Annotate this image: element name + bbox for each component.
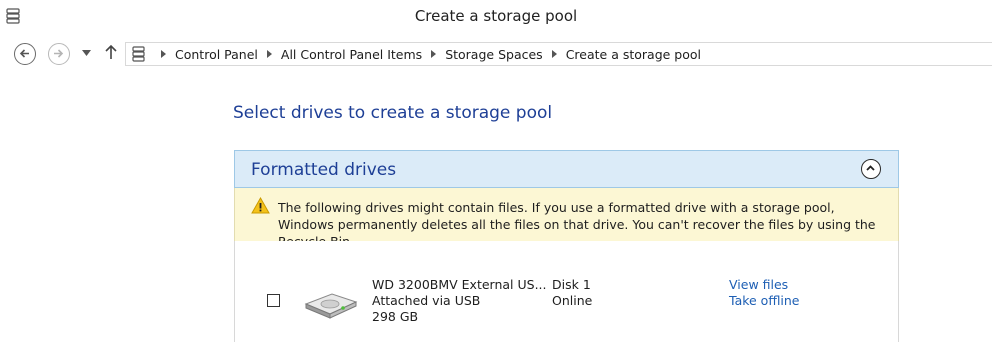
navigation-bar: Control Panel All Control Panel Items St… — [0, 40, 992, 70]
breadcrumb: Control Panel All Control Panel Items St… — [152, 43, 701, 65]
breadcrumb-separator — [266, 50, 272, 58]
drive-disk-info: Disk 1 Online — [552, 277, 592, 309]
breadcrumb-item[interactable]: Create a storage pool — [566, 47, 701, 62]
collapse-button[interactable] — [861, 159, 881, 179]
forward-button[interactable] — [48, 43, 70, 65]
drive-checkbox[interactable] — [267, 294, 280, 307]
drive-info: WD 3200BMV External US... Attached via U… — [372, 277, 547, 325]
storage-spaces-icon — [132, 46, 145, 62]
back-arrow-icon — [19, 49, 29, 58]
drive-connection: Attached via USB — [372, 293, 481, 308]
drive-actions: View files Take offline — [729, 277, 800, 309]
breadcrumb-item[interactable]: Storage Spaces — [445, 47, 543, 62]
formatted-drives-header[interactable]: Formatted drives — [234, 150, 899, 188]
drive-name: WD 3200BMV External US... — [372, 277, 547, 292]
chevron-up-icon — [866, 165, 875, 171]
breadcrumb-separator — [161, 50, 166, 58]
breadcrumb-separator — [431, 50, 437, 58]
window-title: Create a storage pool — [414, 7, 578, 25]
title-bar: Create a storage pool — [0, 0, 992, 32]
warning-icon — [251, 197, 270, 214]
drive-size: 298 GB — [372, 309, 419, 324]
forward-arrow-icon — [54, 49, 64, 58]
drive-status: Online — [552, 293, 593, 308]
chevron-down-icon[interactable] — [82, 50, 91, 56]
page-heading: Select drives to create a storage pool — [233, 103, 553, 123]
back-button[interactable] — [14, 43, 36, 65]
drive-disk: Disk 1 — [552, 277, 591, 292]
breadcrumb-item[interactable]: Control Panel — [175, 47, 258, 62]
breadcrumb-item[interactable]: All Control Panel Items — [281, 47, 422, 62]
warning-banner: The following drives might contain files… — [234, 188, 899, 249]
up-arrow-icon[interactable] — [105, 44, 117, 60]
view-files-link[interactable]: View files — [729, 277, 800, 293]
drive-list: WD 3200BMV External US... Attached via U… — [234, 241, 899, 342]
take-offline-link[interactable]: Take offline — [729, 293, 800, 309]
hard-drive-icon — [304, 293, 358, 319]
breadcrumb-separator — [551, 50, 557, 58]
address-bar[interactable]: Control Panel All Control Panel Items St… — [125, 42, 992, 66]
section-title: Formatted drives — [251, 160, 397, 180]
